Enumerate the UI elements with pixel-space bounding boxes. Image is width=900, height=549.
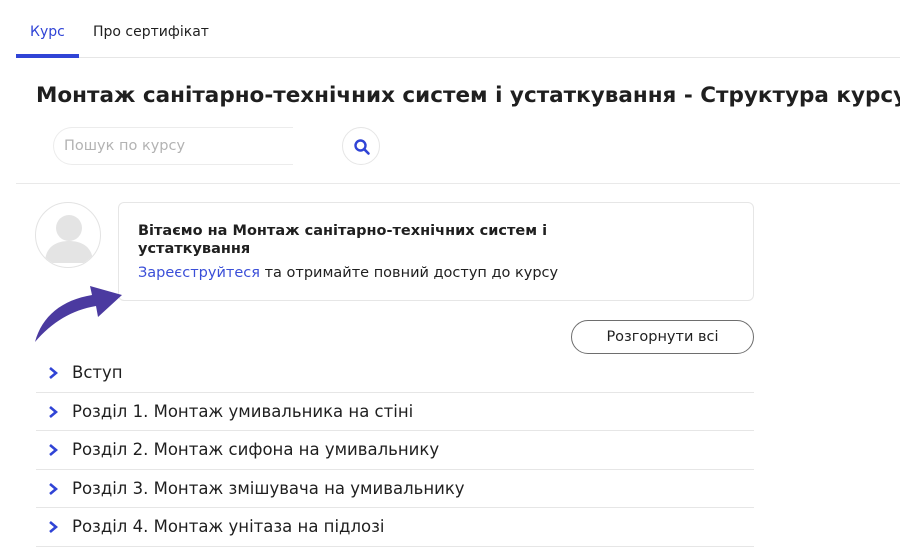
chevron-right-icon bbox=[49, 367, 58, 379]
course-tabs: Курс Про сертифікат bbox=[16, 0, 900, 58]
active-tab-indicator bbox=[16, 54, 79, 58]
chevron-right-icon bbox=[49, 405, 58, 418]
search-input[interactable] bbox=[53, 127, 293, 165]
section-list: Вступ Розділ 1. Монтаж умивальника на ст… bbox=[36, 354, 754, 547]
section-label: Розділ 1. Монтаж умивальника на стіні bbox=[72, 401, 414, 421]
section-item-2[interactable]: Розділ 2. Монтаж сифона на умивальнику bbox=[36, 431, 754, 470]
user-icon bbox=[45, 215, 93, 263]
register-text: та отримайте повний доступ до курсу bbox=[259, 265, 559, 281]
section-item-4[interactable]: Розділ 4. Монтаж унітаза на підлозі bbox=[36, 508, 754, 547]
header-divider bbox=[16, 183, 900, 184]
register-link[interactable]: Зареєструйтеся bbox=[138, 265, 260, 281]
section-item-3[interactable]: Розділ 3. Монтаж змішувача на умивальник… bbox=[36, 470, 754, 508]
search-icon bbox=[354, 139, 370, 155]
welcome-card: Вітаємо на Монтаж санітарно-технічних си… bbox=[118, 202, 754, 301]
search-button[interactable] bbox=[342, 127, 380, 165]
welcome-message: Зареєструйтеся та отримайте повний досту… bbox=[138, 265, 558, 281]
section-label: Вступ bbox=[72, 363, 123, 382]
avatar bbox=[35, 202, 101, 268]
section-item-intro[interactable]: Вступ bbox=[36, 354, 754, 393]
section-item-1[interactable]: Розділ 1. Монтаж умивальника на стіні bbox=[36, 393, 754, 431]
expand-all-button[interactable]: Розгорнути всі bbox=[571, 320, 754, 354]
course-search bbox=[53, 127, 380, 165]
section-label: Розділ 3. Монтаж змішувача на умивальник… bbox=[72, 478, 465, 498]
welcome-title: Вітаємо на Монтаж санітарно-технічних си… bbox=[138, 223, 548, 257]
tab-course[interactable]: Курс bbox=[30, 24, 65, 40]
chevron-right-icon bbox=[49, 482, 58, 495]
chevron-right-icon bbox=[49, 444, 58, 456]
section-label: Розділ 2. Монтаж сифона на умивальнику bbox=[72, 440, 440, 459]
tab-certificate[interactable]: Про сертифікат bbox=[93, 24, 209, 40]
section-label: Розділ 4. Монтаж унітаза на підлозі bbox=[72, 517, 385, 536]
chevron-right-icon bbox=[49, 521, 58, 533]
page-title: Монтаж санітарно-технічних систем і уста… bbox=[36, 83, 900, 108]
curved-arrow-icon bbox=[35, 286, 122, 342]
